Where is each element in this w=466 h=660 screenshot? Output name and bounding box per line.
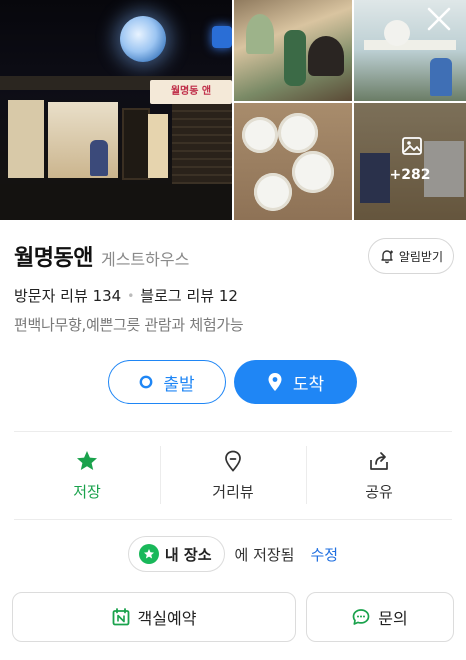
divider: [14, 519, 452, 520]
share-label: 공유: [365, 482, 393, 501]
book-room-button[interactable]: 객실예약: [12, 592, 296, 642]
visitor-reviews-count: 134: [92, 287, 122, 305]
share-icon: [370, 451, 388, 470]
visitor-reviews-link[interactable]: 방문자 리뷰 134: [14, 285, 121, 306]
plate: [278, 113, 318, 153]
action-row: 저장 거리뷰 공유: [14, 432, 452, 518]
inquiry-button[interactable]: 문의: [306, 592, 454, 642]
photo-gallery: 월명동 앤 +282: [0, 0, 466, 220]
moon-light: [120, 16, 166, 62]
my-place-label: 내 장소: [164, 545, 212, 564]
plate: [384, 20, 410, 46]
photo-plates[interactable]: [234, 103, 352, 220]
doll-figure: [284, 30, 306, 86]
place-name: 월명동앤: [14, 246, 93, 271]
alarm-button[interactable]: 알림받기: [367, 238, 454, 274]
blue-sign: [212, 26, 232, 48]
circle-dot-icon: [139, 375, 153, 389]
separator-dot: •: [127, 288, 135, 303]
photo-more[interactable]: +282: [354, 103, 466, 220]
shop-door: [122, 108, 150, 180]
title-row: 월명동앤 게스트하우스: [14, 240, 189, 272]
arrive-label: 도착: [292, 374, 325, 395]
arrive-button[interactable]: 도착: [234, 360, 357, 404]
chat-bubble-icon: [352, 609, 370, 625]
distance-view-action[interactable]: 거리뷰: [160, 432, 306, 518]
blog-reviews-link[interactable]: 블로그 리뷰 12: [140, 285, 238, 306]
saved-status-row: 내 장소 에 저장됨 수정: [0, 536, 466, 572]
more-overlay: [354, 103, 466, 220]
save-label: 저장: [73, 482, 101, 501]
bell-plus-icon: [381, 250, 393, 264]
star-icon: [77, 450, 97, 470]
plate: [242, 117, 278, 153]
book-room-label: 객실예약: [137, 609, 197, 628]
main-photo[interactable]: 월명동 앤: [0, 0, 232, 220]
shop-window: [8, 100, 44, 178]
wooden-shutter: [172, 104, 232, 184]
ground: [0, 184, 232, 220]
photo-dolls[interactable]: [234, 0, 352, 101]
blog-reviews-count: 12: [218, 287, 238, 305]
saved-text: 에 저장됨: [234, 545, 295, 564]
star-badge-icon: [138, 544, 159, 564]
blog-reviews-label: 블로그 리뷰: [140, 287, 215, 305]
save-action[interactable]: 저장: [14, 432, 160, 518]
vertical-divider: [306, 446, 307, 504]
mickey-stand: [308, 36, 344, 76]
my-place-pill[interactable]: 내 장소: [127, 536, 225, 572]
distance-view-label: 거리뷰: [212, 482, 254, 501]
more-photos-count: +282: [389, 167, 431, 183]
vertical-divider: [160, 446, 161, 504]
shelf: [364, 40, 456, 50]
place-description: 편백나무향,예쁜그릇 관람과 체험가능: [14, 316, 244, 334]
inquiry-label: 문의: [378, 609, 408, 628]
start-button[interactable]: 출발: [108, 360, 226, 404]
close-icon[interactable]: [426, 6, 452, 32]
review-summary: 방문자 리뷰 134 • 블로그 리뷰 12: [14, 285, 238, 306]
start-label: 출발: [163, 374, 195, 395]
place-category: 게스트하우스: [100, 250, 190, 269]
edit-link[interactable]: 수정: [310, 544, 338, 565]
image-icon: [402, 137, 422, 155]
plant: [246, 14, 274, 54]
doll-figure: [430, 58, 452, 96]
shop-sign: 월명동 앤: [150, 80, 232, 104]
plate: [292, 151, 334, 193]
share-action[interactable]: 공유: [306, 432, 452, 518]
doll-figure: [90, 140, 108, 176]
location-pin-icon: [268, 373, 282, 391]
alarm-label: 알림받기: [398, 249, 443, 264]
plate: [254, 173, 292, 211]
visitor-reviews-label: 방문자 리뷰: [14, 287, 88, 305]
map-pin-outline-icon: [225, 450, 241, 472]
calendar-n-icon: [112, 608, 129, 626]
shop-window: [148, 114, 168, 178]
